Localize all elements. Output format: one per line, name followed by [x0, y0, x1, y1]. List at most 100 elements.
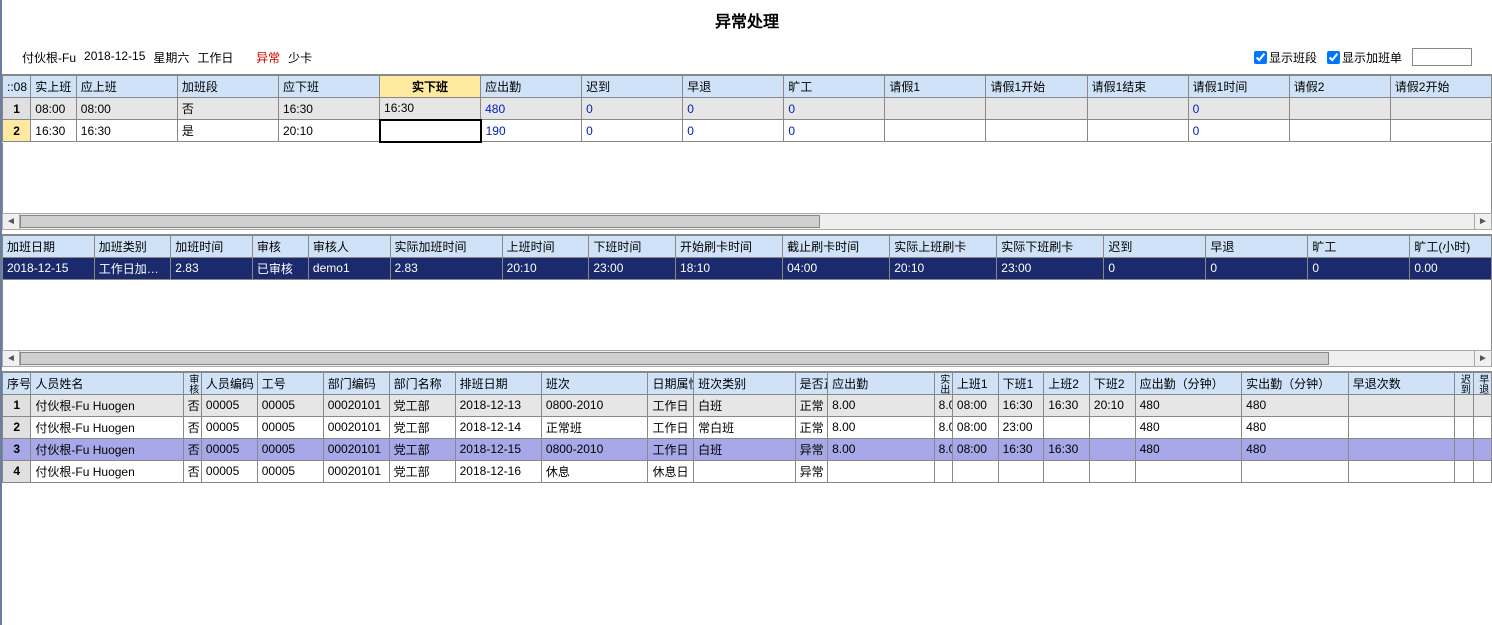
- col-dcode[interactable]: 部门编码: [323, 372, 389, 394]
- cell[interactable]: 480: [1242, 394, 1349, 416]
- cell[interactable]: 否: [177, 98, 278, 120]
- show-ot-checkbox[interactable]: 显示加班单: [1327, 49, 1402, 66]
- col-on2[interactable]: 上班2: [1044, 372, 1090, 394]
- col-pcode[interactable]: 人员编码: [201, 372, 257, 394]
- scroll-right-icon[interactable]: ►: [1474, 351, 1491, 366]
- col-shift[interactable]: 班次: [541, 372, 648, 394]
- cell[interactable]: 2018-12-14: [455, 416, 541, 438]
- cell[interactable]: 党工部: [389, 438, 455, 460]
- cell[interactable]: 20:10: [890, 257, 997, 279]
- col-name[interactable]: 人员姓名: [31, 372, 183, 394]
- col-ot-seg[interactable]: 加班段: [177, 76, 278, 98]
- col-start-punch[interactable]: 开始刷卡时间: [676, 235, 783, 257]
- col-absent2[interactable]: 旷工: [1308, 235, 1410, 257]
- cell[interactable]: [1348, 438, 1455, 460]
- col-attact[interactable]: 实出勤: [934, 372, 952, 394]
- cell[interactable]: 0: [1308, 257, 1410, 279]
- cell[interactable]: [1473, 416, 1491, 438]
- col-early2[interactable]: 早退: [1206, 235, 1308, 257]
- cell[interactable]: 工作日加…: [94, 257, 170, 279]
- cell[interactable]: 付伙根-Fu Huogen: [31, 394, 183, 416]
- cell[interactable]: 休息日: [648, 460, 694, 482]
- cell[interactable]: [1473, 460, 1491, 482]
- col-sdate[interactable]: 排班日期: [455, 372, 541, 394]
- col-ot-hours[interactable]: 加班时间: [171, 235, 253, 257]
- col-latemin[interactable]: 迟到时间: [1455, 372, 1473, 394]
- col-attreq[interactable]: 应出勤: [828, 372, 935, 394]
- col-earlycnt[interactable]: 早退次数: [1348, 372, 1455, 394]
- cell[interactable]: 0800-2010: [541, 438, 648, 460]
- cell[interactable]: 8.00: [828, 394, 935, 416]
- cell[interactable]: 00005: [201, 460, 257, 482]
- col-plan-off[interactable]: 应下班: [278, 76, 379, 98]
- cell[interactable]: 0: [784, 120, 885, 142]
- col-leave2s[interactable]: 请假2开始: [1390, 76, 1491, 98]
- cell[interactable]: [1289, 120, 1390, 142]
- col-audit[interactable]: 审核: [252, 235, 308, 257]
- cell[interactable]: 08:00: [952, 394, 998, 416]
- cb-ot[interactable]: [1327, 51, 1340, 64]
- cell[interactable]: [1455, 416, 1473, 438]
- cell[interactable]: 00005: [257, 460, 323, 482]
- cell[interactable]: [1348, 460, 1455, 482]
- cell[interactable]: [1135, 460, 1242, 482]
- cell[interactable]: 1: [3, 394, 31, 416]
- scroll-left-icon[interactable]: ◄: [3, 214, 20, 229]
- cell[interactable]: 08:00: [31, 98, 76, 120]
- cell[interactable]: [1473, 394, 1491, 416]
- cell[interactable]: 是: [177, 120, 278, 142]
- h-scrollbar[interactable]: ◄ ►: [2, 350, 1492, 367]
- col-wnum[interactable]: 工号: [257, 372, 323, 394]
- cell[interactable]: [1087, 120, 1188, 142]
- cell[interactable]: 480: [1242, 416, 1349, 438]
- shift-grid[interactable]: ::08 实上班 应上班 加班段 应下班 实下班 应出勤 迟到 早退 旷工 请假…: [2, 74, 1492, 230]
- cell[interactable]: 休息: [541, 460, 648, 482]
- col-earlymin[interactable]: 早退时间: [1473, 372, 1491, 394]
- cell[interactable]: 20:10: [278, 120, 379, 142]
- col-act-off-punch[interactable]: 实际下班刷卡: [997, 235, 1104, 257]
- cell[interactable]: [1390, 98, 1491, 120]
- cell[interactable]: 04:00: [783, 257, 890, 279]
- show-shift-checkbox[interactable]: 显示班段: [1254, 49, 1317, 66]
- cell[interactable]: 8.00: [828, 416, 935, 438]
- cell[interactable]: 00005: [201, 394, 257, 416]
- cell[interactable]: 正常: [795, 416, 827, 438]
- cell[interactable]: 23:00: [589, 257, 676, 279]
- row-num[interactable]: 2: [3, 120, 31, 142]
- filter-input[interactable]: [1412, 48, 1472, 66]
- cell[interactable]: [885, 120, 986, 142]
- cell[interactable]: 8.00: [828, 438, 935, 460]
- cell[interactable]: [952, 460, 998, 482]
- col-leave1e[interactable]: 请假1结束: [1087, 76, 1188, 98]
- cell[interactable]: [998, 460, 1044, 482]
- cell[interactable]: 16:30: [278, 98, 379, 120]
- cell[interactable]: 付伙根-Fu Huogen: [31, 460, 183, 482]
- cell[interactable]: [1089, 460, 1135, 482]
- cell[interactable]: [1289, 98, 1390, 120]
- cell[interactable]: 480: [481, 98, 582, 120]
- col-end-punch[interactable]: 截止刷卡时间: [783, 235, 890, 257]
- scroll-right-icon[interactable]: ►: [1474, 214, 1491, 229]
- cell[interactable]: 16:30: [1044, 438, 1090, 460]
- cell[interactable]: 16:30: [998, 394, 1044, 416]
- cell[interactable]: 23:00: [997, 257, 1104, 279]
- cell[interactable]: 3: [3, 438, 31, 460]
- cell[interactable]: 20:10: [502, 257, 589, 279]
- cell[interactable]: 0: [582, 98, 683, 120]
- cell[interactable]: [1044, 416, 1090, 438]
- cell[interactable]: 白班: [694, 438, 795, 460]
- col-ot-date[interactable]: 加班日期: [3, 235, 95, 257]
- cell[interactable]: 0: [1104, 257, 1206, 279]
- cell[interactable]: 党工部: [389, 394, 455, 416]
- col-on-time[interactable]: 上班时间: [502, 235, 589, 257]
- cell[interactable]: [1455, 438, 1473, 460]
- col-req-att[interactable]: 应出勤: [481, 76, 582, 98]
- col-act-on-punch[interactable]: 实际上班刷卡: [890, 235, 997, 257]
- cell[interactable]: 2.83: [171, 257, 253, 279]
- cb-shift[interactable]: [1254, 51, 1267, 64]
- cell[interactable]: 工作日: [648, 438, 694, 460]
- cell[interactable]: [1390, 120, 1491, 142]
- cell[interactable]: 00005: [201, 416, 257, 438]
- cell[interactable]: [986, 98, 1087, 120]
- cell[interactable]: 08:00: [76, 98, 177, 120]
